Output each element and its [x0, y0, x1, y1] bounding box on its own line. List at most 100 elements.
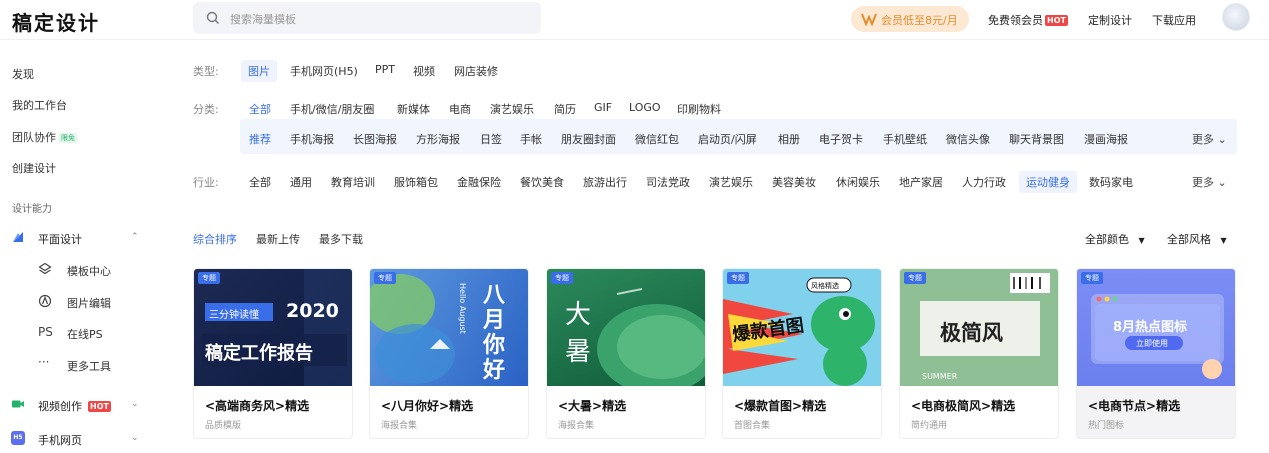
- card-art: [370, 274, 455, 384]
- subcategory-more-button[interactable]: 更多 ⌄: [1192, 131, 1227, 147]
- subcategory-chip[interactable]: 日签: [480, 131, 502, 147]
- subcategory-chip[interactable]: 手帐: [520, 131, 542, 147]
- category-chip-all[interactable]: 全部: [249, 101, 271, 117]
- category-chip-entertainment[interactable]: 演艺娱乐: [490, 101, 534, 117]
- industry-chip-all[interactable]: 全部: [249, 174, 271, 190]
- photoshop-icon: PS: [38, 325, 53, 339]
- type-chip-h5[interactable]: 手机网页(H5): [290, 63, 358, 79]
- card-title: <高端商务风>精选: [205, 399, 310, 413]
- industry-chip[interactable]: 教育培训: [331, 174, 375, 190]
- card-thumbnail: 专题 Hello August 八 月 你 好: [370, 269, 528, 386]
- subcategory-chip[interactable]: 电子贺卡: [819, 131, 863, 147]
- industry-chip[interactable]: 美容美妆: [772, 174, 816, 190]
- subcategory-chip-recommend[interactable]: 推荐: [249, 131, 271, 147]
- search-box[interactable]: 搜索海量模板: [193, 2, 541, 34]
- industry-chip[interactable]: 地产家居: [899, 174, 943, 190]
- custom-design-link[interactable]: 定制设计: [1088, 12, 1132, 28]
- type-chip-video[interactable]: 视频: [413, 63, 435, 79]
- subcategory-chip[interactable]: 聊天背景图: [1009, 131, 1064, 147]
- template-card[interactable]: 专题 8月热点图标 立即使用 <电商节点>精选 热门图标: [1076, 268, 1236, 439]
- sidebar-sub-template-center[interactable]: 模板中心: [67, 263, 111, 279]
- industry-chip[interactable]: 演艺娱乐: [709, 174, 753, 190]
- sort-most-downloaded[interactable]: 最多下载: [319, 231, 363, 247]
- free-vip-label: 免费领会员: [988, 14, 1043, 27]
- hot-badge: HOT: [1045, 15, 1068, 26]
- card-thumbnail: 专题 风格精选 爆款首图: [723, 269, 881, 386]
- card-subtitle: 简约通用: [911, 421, 948, 431]
- category-chip-print[interactable]: 印刷物料: [677, 101, 721, 117]
- card-tag: 专题: [904, 272, 926, 284]
- industry-chip[interactable]: 人力行政: [962, 174, 1006, 190]
- subcategory-chip[interactable]: 相册: [778, 131, 800, 147]
- template-card[interactable]: 专题 大 暑 <大暑>精选 海报合集: [546, 268, 706, 439]
- type-chip-shop[interactable]: 网店装修: [454, 63, 498, 79]
- avatar[interactable]: [1222, 3, 1250, 31]
- color-filter-dropdown[interactable]: 全部颜色 ▼: [1085, 231, 1145, 247]
- sidebar-sub-more-tools[interactable]: 更多工具: [67, 358, 111, 374]
- industry-chip-fitness[interactable]: 运动健身: [1019, 171, 1077, 193]
- app-logo[interactable]: 稿定设计: [12, 7, 100, 36]
- industry-chip[interactable]: 旅游出行: [583, 174, 627, 190]
- template-card[interactable]: 专题 Hello August 八 月 你 好 <八月你好>精选 海报合集: [369, 268, 529, 439]
- sidebar-sub-image-edit[interactable]: 图片编辑: [67, 295, 111, 311]
- category-filter-label: 分类:: [193, 103, 219, 116]
- template-card[interactable]: 专题 风格精选 爆款首图 <爆款首图>精选 首图合集: [722, 268, 882, 439]
- sidebar-sub-online-ps[interactable]: 在线PS: [67, 326, 103, 342]
- subcategory-chip[interactable]: 手机壁纸: [883, 131, 927, 147]
- subcategory-chip[interactable]: 朋友圈封面: [561, 131, 616, 147]
- category-chip-newmedia[interactable]: 新媒体: [397, 101, 430, 117]
- sidebar: 发现 我的工作台 团队协作 限免 创建设计 设计能力 平面设计 ⌃ 模板中心 图片…: [0, 40, 170, 453]
- subcategory-chip[interactable]: 方形海报: [416, 131, 460, 147]
- sidebar-item-video-creation[interactable]: 视频创作 HOT: [38, 398, 111, 414]
- template-card[interactable]: 专题 极简风 SUMMER <电商极简风>精选 简约通用: [899, 268, 1059, 439]
- subcategory-chip[interactable]: 启动页/闪屏: [698, 131, 757, 147]
- card-art-text: 立即使用: [1136, 339, 1168, 348]
- search-placeholder: 搜索海量模板: [230, 13, 296, 26]
- industry-chip[interactable]: 餐饮美食: [520, 174, 564, 190]
- card-tag: 专题: [198, 272, 220, 284]
- subcategory-chip[interactable]: 微信红包: [635, 131, 679, 147]
- industry-chip[interactable]: 金融保险: [457, 174, 501, 190]
- industry-chip[interactable]: 服饰箱包: [394, 174, 438, 190]
- sidebar-item-mobile-web[interactable]: 手机网页: [38, 432, 82, 448]
- sidebar-item-create[interactable]: 创建设计: [12, 160, 56, 176]
- template-card[interactable]: 专题 三分钟读懂 2020 稿定工作报告 <高端商务风>精选 品质模版: [193, 268, 353, 439]
- industry-chip[interactable]: 休闲娱乐: [836, 174, 880, 190]
- chevron-up-icon[interactable]: ⌃: [131, 232, 139, 242]
- subcategory-chip[interactable]: 微信头像: [946, 131, 990, 147]
- category-chip-wechat[interactable]: 手机/微信/朋友圈: [290, 101, 374, 117]
- chevron-down-icon: ⌄: [1217, 176, 1227, 189]
- caret-down-icon: ▼: [1138, 236, 1145, 245]
- type-chip-image[interactable]: 图片: [241, 60, 277, 82]
- category-chip-resume[interactable]: 简历: [554, 101, 576, 117]
- more-dots-icon: ···: [38, 355, 50, 369]
- card-art-text: 极简风: [940, 321, 1003, 345]
- vip-promo-button[interactable]: 会员低至8元/月: [851, 6, 969, 32]
- top-bar: 稿定设计 搜索海量模板 会员低至8元/月 免费领会员 HOT 定制设计 下载应用: [0, 0, 1269, 40]
- card-art-text: 稿定工作报告: [205, 343, 313, 364]
- industry-chip[interactable]: 司法党政: [646, 174, 690, 190]
- sidebar-item-team[interactable]: 团队协作 限免: [12, 129, 77, 145]
- category-chip-ecommerce[interactable]: 电商: [449, 101, 471, 117]
- subcategory-chip[interactable]: 长图海报: [353, 131, 397, 147]
- free-vip-link[interactable]: 免费领会员 HOT: [988, 12, 1068, 28]
- chevron-down-icon[interactable]: ⌄: [131, 399, 139, 409]
- more-label: 更多: [1192, 133, 1214, 146]
- sort-composite[interactable]: 综合排序: [193, 231, 237, 247]
- chevron-down-icon[interactable]: ⌄: [131, 433, 139, 443]
- sidebar-item-graphic-design[interactable]: 平面设计: [38, 231, 82, 247]
- type-chip-ppt[interactable]: PPT: [375, 63, 395, 76]
- sort-newest[interactable]: 最新上传: [256, 231, 300, 247]
- subcategory-chip[interactable]: 漫画海报: [1084, 131, 1128, 147]
- category-chip-gif[interactable]: GIF: [594, 101, 612, 114]
- sidebar-item-workspace[interactable]: 我的工作台: [12, 97, 67, 113]
- download-app-link[interactable]: 下载应用: [1152, 12, 1196, 28]
- vip-icon: [861, 13, 877, 26]
- industry-more-button[interactable]: 更多 ⌄: [1192, 174, 1227, 190]
- category-chip-logo[interactable]: LOGO: [629, 101, 661, 114]
- industry-chip[interactable]: 通用: [290, 174, 312, 190]
- style-filter-dropdown[interactable]: 全部风格 ▼: [1167, 231, 1227, 247]
- subcategory-chip[interactable]: 手机海报: [290, 131, 334, 147]
- sidebar-item-discover[interactable]: 发现: [12, 66, 34, 82]
- industry-chip[interactable]: 数码家电: [1089, 174, 1133, 190]
